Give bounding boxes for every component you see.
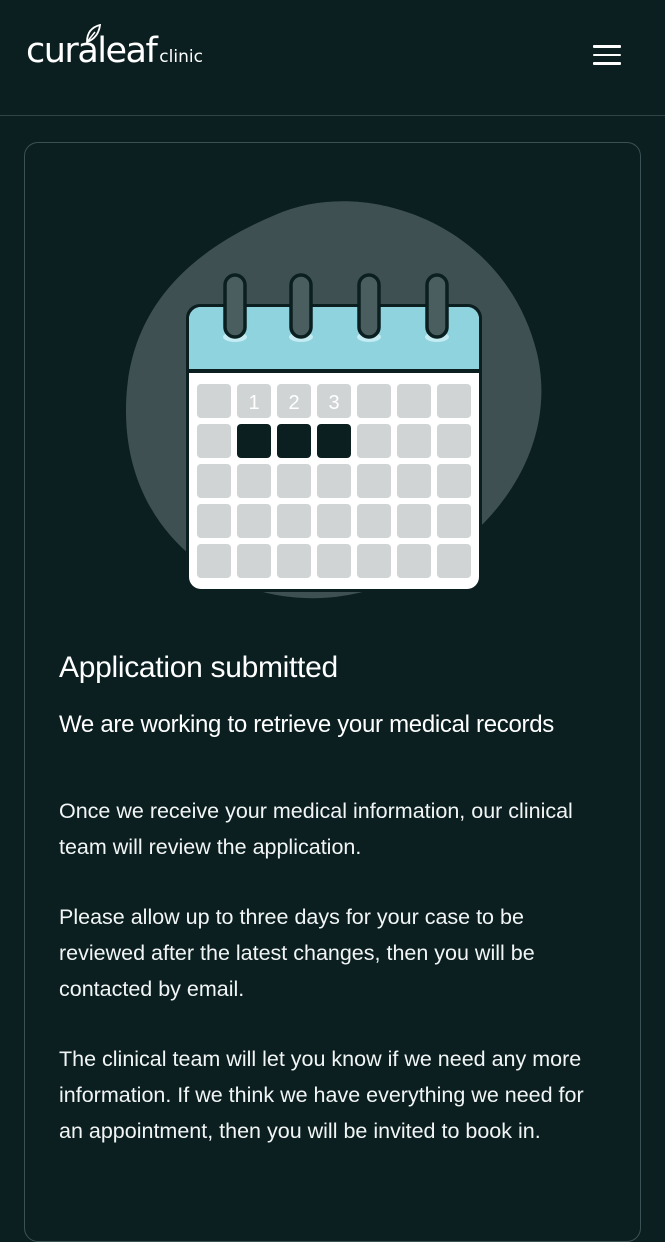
- calendar-cell: [317, 504, 351, 538]
- binder-ring: [289, 273, 313, 339]
- hamburger-menu-icon[interactable]: [586, 38, 628, 72]
- calendar-cell: [357, 504, 391, 538]
- page-title: Application submitted: [59, 651, 338, 684]
- calendar-cell: [197, 504, 231, 538]
- calendar-cell: [197, 544, 231, 578]
- info-paragraph-2: Please allow up to three days for your c…: [59, 905, 535, 1001]
- leaf-icon: [86, 24, 102, 44]
- calendar-cell: [237, 544, 271, 578]
- calendar-cell: [437, 464, 471, 498]
- calendar-cell: [357, 544, 391, 578]
- curaleaf-clinic-logo[interactable]: curaleaf clinic: [26, 24, 203, 72]
- calendar-cell: [357, 424, 391, 458]
- calendar-cell-highlighted: [237, 424, 271, 458]
- calendar-icon: 1 2 3: [186, 273, 482, 592]
- top-header: curaleaf clinic: [0, 0, 665, 116]
- calendar-cell: [437, 544, 471, 578]
- calendar-cell: [237, 464, 271, 498]
- calendar-illustration: 1 2 3: [125, 201, 542, 599]
- calendar-cell: [197, 384, 231, 418]
- calendar-cell: [277, 464, 311, 498]
- calendar-cell-highlighted: [317, 424, 351, 458]
- calendar-cell: [397, 544, 431, 578]
- calendar-cell: [357, 464, 391, 498]
- calendar-day-1: 1: [248, 392, 259, 414]
- calendar-cell: [397, 464, 431, 498]
- calendar-cell: [197, 464, 231, 498]
- calendar-cell: [437, 504, 471, 538]
- calendar-cell: [237, 504, 271, 538]
- application-status-card: 1 2 3 Application submitted We are worki…: [24, 142, 641, 1242]
- logo-subtitle: clinic: [159, 47, 203, 67]
- calendar-cell: [357, 384, 391, 418]
- calendar-day-3: 3: [328, 392, 339, 414]
- binder-ring: [223, 273, 247, 339]
- calendar-cell: [397, 504, 431, 538]
- calendar-cell: [397, 424, 431, 458]
- calendar-cell: [437, 384, 471, 418]
- info-paragraph-3: The clinical team will let you know if w…: [59, 1047, 584, 1143]
- calendar-cell: [317, 544, 351, 578]
- calendar-cell: [277, 544, 311, 578]
- calendar-cell-highlighted: [277, 424, 311, 458]
- calendar-cell: [277, 504, 311, 538]
- calendar-cell: [437, 424, 471, 458]
- binder-ring: [425, 273, 449, 339]
- calendar-cell: [197, 424, 231, 458]
- binder-ring: [357, 273, 381, 339]
- calendar-cell: [317, 464, 351, 498]
- calendar-day-2: 2: [288, 392, 299, 414]
- page-subtitle: We are working to retrieve your medical …: [59, 711, 554, 738]
- calendar-cell: [397, 384, 431, 418]
- info-paragraph-1: Once we receive your medical information…: [59, 799, 573, 859]
